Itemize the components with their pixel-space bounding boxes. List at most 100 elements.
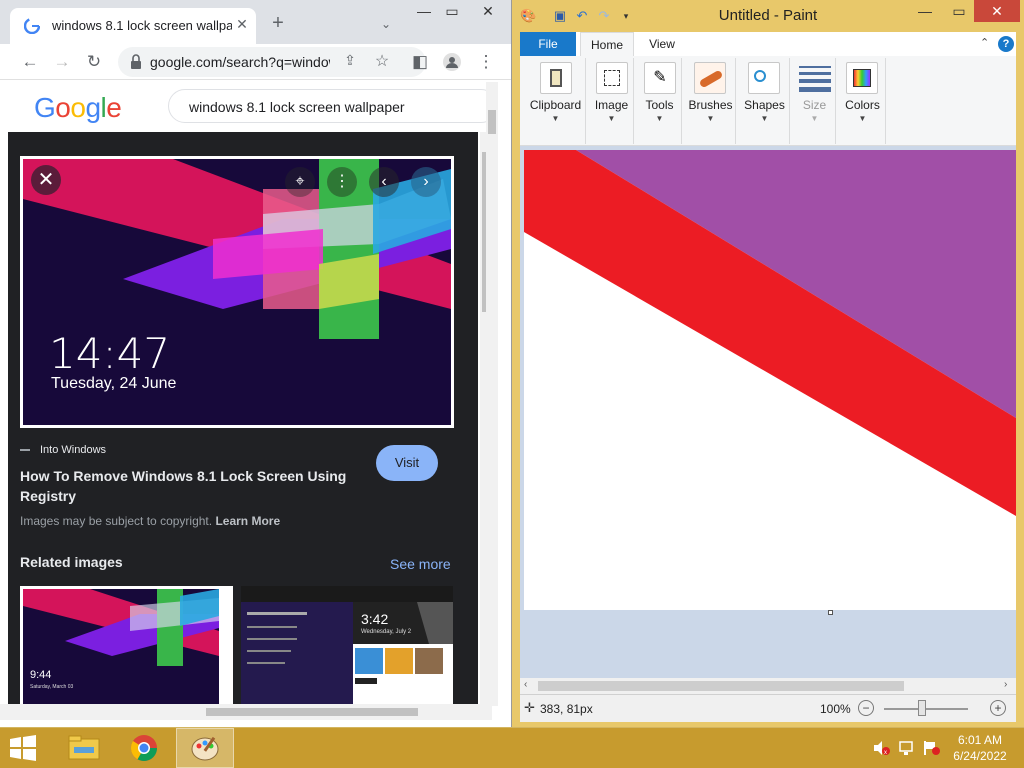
canvas-scroll-thumb[interactable] [538, 681, 904, 691]
preview-image[interactable]: ✕ ⌖ ⋮ ‹ › 14:47 Tuesday, 24 June [20, 156, 454, 428]
brush-icon [694, 62, 726, 94]
file-explorer-taskbar-icon[interactable] [56, 728, 114, 768]
group-label: Shapes [744, 98, 785, 112]
new-tab-icon[interactable]: + [266, 12, 290, 36]
address-bar[interactable]: google.com/search?q=windows+8.1+lock+scr… [118, 47, 426, 77]
dropdown-arrow-icon: ▼ [706, 114, 715, 123]
canvas-workspace [520, 146, 1016, 678]
result-title-link[interactable]: How To Remove Windows 8.1 Lock Screen Us… [20, 466, 360, 506]
search-input[interactable]: windows 8.1 lock screen wallpaper [168, 89, 492, 123]
dropdown-arrow-icon: ▼ [858, 114, 867, 123]
chrome-window: windows 8.1 lock screen wallpaper ✕ + ⌄ … [0, 0, 512, 727]
tools-icon: ✎ [644, 62, 676, 94]
system-clock[interactable]: 6:01 AM 6/24/2022 [944, 732, 1016, 764]
chrome-minimize-icon[interactable]: — [414, 0, 434, 24]
zoom-slider-knob[interactable] [918, 700, 926, 716]
back-arrow-icon[interactable]: ← [18, 50, 42, 74]
help-icon[interactable]: ? [998, 36, 1014, 52]
minimize-ribbon-icon[interactable]: ⌃ [980, 36, 994, 50]
h-scroll-thumb[interactable] [206, 708, 418, 716]
cursor-position-icon: ✛ [524, 700, 535, 715]
paint-taskbar-icon[interactable] [176, 728, 234, 768]
paint-close-icon[interactable]: ✕ [974, 0, 1020, 22]
bookmark-star-icon[interactable]: ☆ [372, 51, 392, 71]
image-group[interactable]: Image ▼ [590, 58, 634, 144]
clock-time: 6:01 AM [957, 733, 1003, 747]
horizontal-scrollbar[interactable] [0, 704, 492, 720]
scroll-right-icon[interactable]: › [1004, 679, 1007, 690]
google-favicon-icon [24, 18, 40, 34]
copyright-notice: Images may be subject to copyright. Lear… [20, 514, 280, 528]
zoom-in-icon[interactable]: + [990, 700, 1006, 716]
dropdown-arrow-icon: ▼ [760, 114, 769, 123]
tab-home[interactable]: Home [580, 32, 634, 56]
network-icon[interactable] [898, 740, 916, 756]
side-panel-icon[interactable]: ◧ [408, 50, 432, 74]
see-more-link[interactable]: See more [390, 556, 451, 572]
drawing-canvas[interactable] [524, 150, 1016, 610]
group-label: Size [802, 98, 827, 112]
start-button[interactable] [0, 728, 48, 768]
page-scroll-thumb[interactable] [488, 110, 496, 134]
logo-letter: g [85, 92, 101, 123]
reload-icon[interactable]: ↻ [82, 50, 106, 74]
chrome-maximize-icon[interactable]: ▭ [442, 0, 462, 24]
chrome-taskbar-icon[interactable] [116, 728, 174, 768]
group-label: Tools [645, 98, 674, 112]
source-favicon-icon [20, 449, 30, 452]
lens-icon[interactable]: ⌖ [285, 167, 315, 197]
dropdown-arrow-icon: ▼ [810, 114, 819, 123]
tab-view[interactable]: View [642, 32, 682, 56]
size-group[interactable]: Size ▼ [794, 58, 836, 144]
logo-letter: G [34, 92, 56, 123]
google-header: Google windows 8.1 lock screen wallpaper [8, 80, 492, 132]
chrome-toolbar: ← → ↻ google.com/search?q=windows+8.1+lo… [0, 44, 511, 80]
tab-close-icon[interactable]: ✕ [232, 14, 252, 34]
clipboard-icon [540, 62, 572, 94]
learn-more-link[interactable]: Learn More [215, 514, 280, 528]
paint-minimize-icon[interactable]: — [910, 0, 940, 24]
result-source[interactable]: Into Windows [20, 444, 106, 456]
tools-group[interactable]: ✎ Tools ▼ [638, 58, 682, 144]
clipboard-group[interactable]: Clipboard ▼ [526, 58, 586, 144]
more-options-icon[interactable]: ⋮ [327, 167, 357, 197]
dropdown-arrow-icon: ▼ [607, 114, 616, 123]
lockscreen-time: 14:47 [49, 329, 171, 378]
visit-button[interactable]: Visit [376, 445, 438, 481]
previous-image-icon[interactable]: ‹ [369, 167, 399, 197]
zoom-out-icon[interactable]: − [858, 700, 874, 716]
speaker-muted-icon[interactable]: x [872, 740, 890, 756]
dropdown-arrow-icon: ▼ [551, 114, 560, 123]
chrome-close-icon[interactable]: ✕ [470, 0, 506, 24]
close-preview-icon[interactable]: ✕ [31, 165, 61, 195]
brushes-group[interactable]: Brushes ▼ [686, 58, 736, 144]
google-logo[interactable]: Google [34, 92, 122, 124]
profile-avatar-icon[interactable] [440, 50, 464, 74]
related-image-2: 3:42 Wednesday, July 2 [241, 586, 453, 704]
page-scrollbar[interactable] [486, 82, 498, 706]
next-image-icon[interactable]: › [411, 167, 441, 197]
paint-maximize-icon[interactable]: ▭ [944, 0, 974, 24]
share-icon[interactable]: ⇪ [340, 52, 360, 72]
action-center-flag-icon[interactable] [922, 740, 940, 756]
ribbon-tabs: File Home View ⌃ ? [520, 32, 1016, 56]
page-content: Google windows 8.1 lock screen wallpaper [8, 80, 492, 704]
forward-arrow-icon[interactable]: → [50, 50, 74, 74]
shapes-group[interactable]: Shapes ▼ [740, 58, 790, 144]
colors-group[interactable]: Colors ▼ [840, 58, 886, 144]
scroll-left-icon[interactable]: ‹ [524, 679, 527, 690]
related-image-thumb[interactable]: 9:44 Saturday, March 03 [20, 586, 233, 704]
browser-tab[interactable]: windows 8.1 lock screen wallpaper ✕ [10, 8, 256, 44]
paint-palette-icon [191, 736, 219, 761]
canvas-horizontal-scrollbar[interactable]: ‹ › [520, 678, 1016, 694]
tab-file[interactable]: File [520, 32, 576, 56]
tab-search-chevron-icon[interactable]: ⌄ [376, 14, 396, 34]
chrome-menu-icon[interactable]: ⋮ [474, 50, 498, 74]
canvas-resize-handle[interactable] [828, 610, 833, 615]
zoom-level: 100% [820, 702, 851, 716]
related-image-thumb[interactable]: 3:42 Wednesday, July 2 [241, 586, 453, 704]
home-ribbon: Clipboard ▼ Image ▼ ✎ Tools ▼ Brushes ▼ … [520, 56, 1016, 146]
dropdown-arrow-icon: ▼ [655, 114, 664, 123]
source-name: Into Windows [40, 444, 107, 456]
zoom-slider[interactable] [884, 708, 968, 710]
